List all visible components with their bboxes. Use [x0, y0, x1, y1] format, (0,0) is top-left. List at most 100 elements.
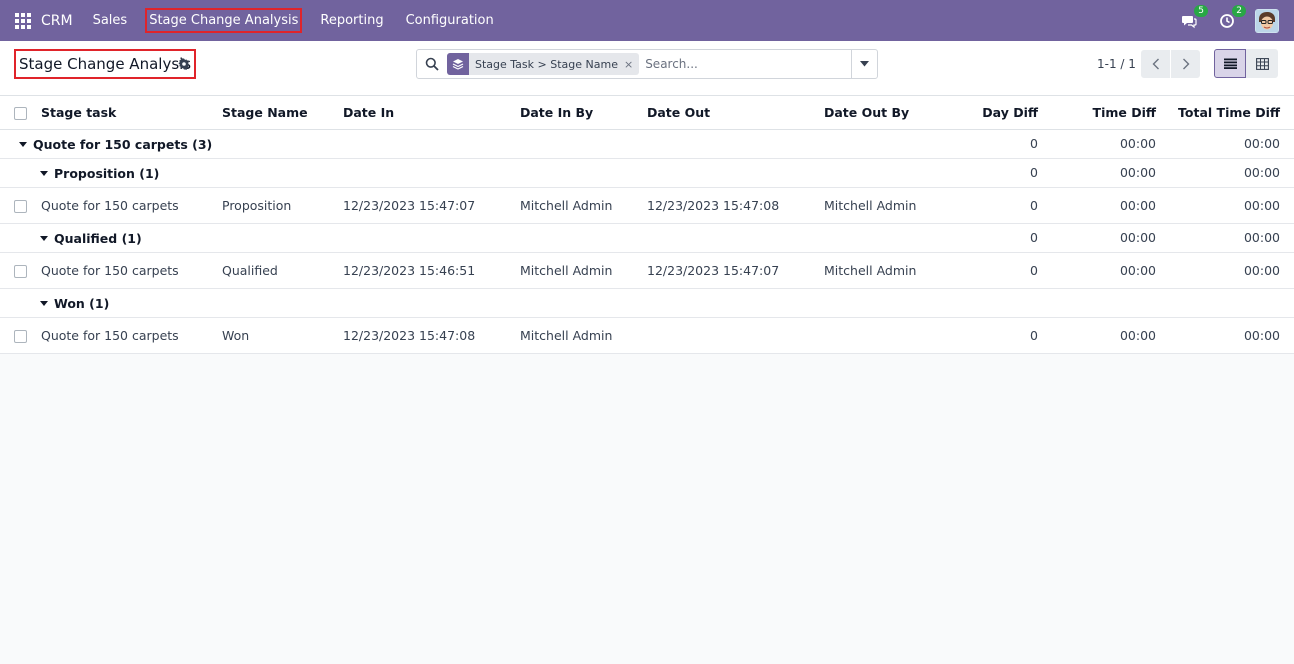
- cell-stage-task: Quote for 150 carpets: [41, 187, 222, 224]
- column-header-stage-task[interactable]: Stage task: [41, 96, 222, 130]
- group-label-cell[interactable]: Proposition (1): [0, 158, 944, 188]
- cell-date-in-by: Mitchell Admin: [520, 317, 647, 354]
- column-header-date-in-by[interactable]: Date In By: [520, 96, 647, 130]
- group-day-diff: [944, 288, 1070, 318]
- group-day-diff: 0: [944, 158, 1070, 188]
- cell-time-diff: 00:00: [1070, 252, 1170, 289]
- pager-next-button[interactable]: [1171, 50, 1200, 78]
- column-header-day-diff[interactable]: Day Diff: [944, 96, 1070, 130]
- cell-date-out-by: [824, 317, 944, 354]
- group-row[interactable]: Proposition (1) 0 00:00 00:00: [0, 158, 1294, 188]
- caret-down-icon: [40, 170, 48, 176]
- stage-change-list: Stage task Stage Name Date In Date In By…: [0, 96, 1294, 354]
- records-table: Stage task Stage Name Date In Date In By…: [0, 96, 1294, 354]
- app-brand[interactable]: CRM: [41, 13, 73, 29]
- facet-remove-button[interactable]: ×: [624, 58, 639, 71]
- group-row[interactable]: Quote for 150 carpets (3) 0 00:00 00:00: [0, 129, 1294, 159]
- layers-icon: [447, 53, 469, 75]
- group-time-diff: 00:00: [1070, 129, 1170, 159]
- menu-sales[interactable]: Sales: [91, 10, 130, 31]
- gear-icon[interactable]: [178, 58, 190, 70]
- table-row[interactable]: Quote for 150 carpets Won 12/23/2023 15:…: [0, 317, 1294, 354]
- cell-date-in-by: Mitchell Admin: [520, 187, 647, 224]
- group-total-time-diff: 00:00: [1170, 158, 1294, 188]
- cell-day-diff: 0: [944, 187, 1070, 224]
- row-checkbox[interactable]: [14, 264, 27, 278]
- column-header-time-diff[interactable]: Time Diff: [1070, 96, 1170, 130]
- search-bar: Stage Task > Stage Name ×: [416, 49, 878, 79]
- row-select-cell[interactable]: [0, 252, 41, 289]
- column-header-date-in[interactable]: Date In: [343, 96, 520, 130]
- pivot-view-button[interactable]: [1246, 49, 1278, 78]
- messages-button[interactable]: 5: [1179, 4, 1208, 31]
- menu-reporting[interactable]: Reporting: [318, 10, 385, 31]
- pager-previous-button[interactable]: [1141, 50, 1170, 78]
- cell-date-out-by: Mitchell Admin: [824, 252, 944, 289]
- group-label: Qualified (1): [54, 230, 142, 246]
- cell-date-in-by: Mitchell Admin: [520, 252, 647, 289]
- cell-date-in: 12/23/2023 15:47:08: [343, 317, 520, 354]
- search-options-toggle[interactable]: [851, 50, 877, 78]
- cell-stage-task: Quote for 150 carpets: [41, 252, 222, 289]
- table-row[interactable]: Quote for 150 carpets Qualified 12/23/20…: [0, 252, 1294, 289]
- column-header-total-time-diff[interactable]: Total Time Diff: [1170, 96, 1294, 130]
- chevron-left-icon: [1152, 58, 1159, 70]
- search-input[interactable]: [645, 51, 851, 77]
- cell-total-time-diff: 00:00: [1170, 317, 1294, 354]
- row-select-cell[interactable]: [0, 317, 41, 354]
- list-icon: [1223, 58, 1237, 69]
- table-header-row: Stage task Stage Name Date In Date In By…: [0, 96, 1294, 130]
- cell-date-out: 12/23/2023 15:47:07: [647, 252, 824, 289]
- row-select-cell[interactable]: [0, 187, 41, 224]
- group-label-cell[interactable]: Quote for 150 carpets (3): [0, 129, 944, 159]
- row-checkbox[interactable]: [14, 199, 27, 213]
- pager-value[interactable]: 1-1 / 1: [1097, 57, 1136, 71]
- menu-configuration[interactable]: Configuration: [404, 10, 496, 31]
- search-icon[interactable]: [417, 50, 447, 78]
- cell-total-time-diff: 00:00: [1170, 252, 1294, 289]
- chevron-right-icon: [1182, 58, 1189, 70]
- column-header-date-out-by[interactable]: Date Out By: [824, 96, 944, 130]
- caret-down-icon: [19, 141, 27, 147]
- group-row[interactable]: Qualified (1) 0 00:00 00:00: [0, 223, 1294, 253]
- menu-stage-change-analysis[interactable]: Stage Change Analysis: [145, 8, 303, 33]
- group-label-cell[interactable]: Won (1): [0, 288, 944, 318]
- cell-day-diff: 0: [944, 317, 1070, 354]
- select-all-checkbox[interactable]: [14, 106, 27, 120]
- activities-button[interactable]: 2: [1217, 4, 1246, 31]
- group-label: Won (1): [54, 295, 110, 311]
- table-grid-icon: [1255, 57, 1269, 70]
- user-avatar[interactable]: [1255, 8, 1279, 33]
- select-all-cell[interactable]: [0, 96, 41, 130]
- group-time-diff: 00:00: [1070, 158, 1170, 188]
- column-header-stage-name[interactable]: Stage Name: [222, 96, 343, 130]
- cell-time-diff: 00:00: [1070, 187, 1170, 224]
- group-row[interactable]: Won (1): [0, 288, 1294, 318]
- cell-date-out: [647, 317, 824, 354]
- groupby-facet[interactable]: Stage Task > Stage Name ×: [447, 53, 640, 75]
- group-day-diff: 0: [944, 223, 1070, 253]
- group-total-time-diff: [1170, 288, 1294, 318]
- row-checkbox[interactable]: [14, 329, 27, 343]
- cell-stage-name: Won: [222, 317, 343, 354]
- caret-down-icon: [40, 300, 48, 306]
- facet-label: Stage Task > Stage Name: [475, 57, 618, 71]
- group-label: Quote for 150 carpets (3): [33, 136, 213, 152]
- cell-time-diff: 00:00: [1070, 317, 1170, 354]
- cell-date-in: 12/23/2023 15:46:51: [343, 252, 520, 289]
- apps-menu-icon[interactable]: [15, 12, 31, 29]
- column-header-date-out[interactable]: Date Out: [647, 96, 824, 130]
- list-view-button[interactable]: [1214, 49, 1246, 78]
- table-row[interactable]: Quote for 150 carpets Proposition 12/23/…: [0, 187, 1294, 224]
- group-label-cell[interactable]: Qualified (1): [0, 223, 944, 253]
- cell-stage-name: Proposition: [222, 187, 343, 224]
- caret-down-icon: [860, 61, 869, 67]
- group-time-diff: 00:00: [1070, 223, 1170, 253]
- main-navbar: CRM Sales Stage Change Analysis Reportin…: [0, 0, 1294, 41]
- messages-count-badge: 5: [1194, 4, 1208, 17]
- cell-date-out-by: Mitchell Admin: [824, 187, 944, 224]
- cell-stage-name: Qualified: [222, 252, 343, 289]
- group-day-diff: 0: [944, 129, 1070, 159]
- cell-day-diff: 0: [944, 252, 1070, 289]
- group-total-time-diff: 00:00: [1170, 223, 1294, 253]
